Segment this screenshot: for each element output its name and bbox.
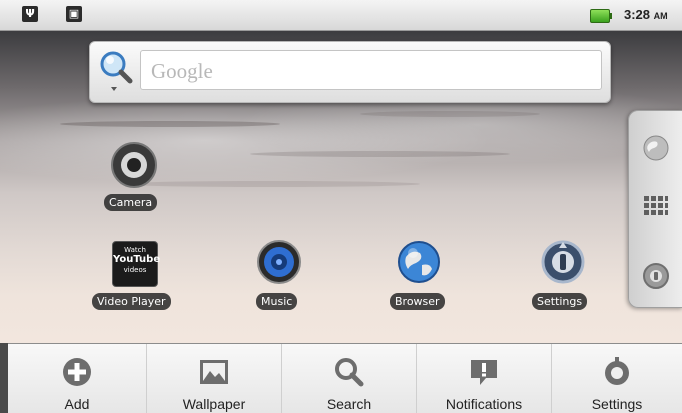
camera-icon[interactable]: [110, 141, 158, 189]
wallpaper-icon: [200, 360, 228, 384]
youtube-icon-text: Watch: [124, 246, 146, 254]
settings-icon[interactable]: [540, 239, 586, 285]
app-grid-icon[interactable]: [643, 195, 669, 221]
menu-item-label: Wallpaper: [182, 396, 246, 412]
settings-icon: [605, 357, 629, 385]
google-search-widget[interactable]: Google: [89, 41, 611, 103]
globe-icon[interactable]: [396, 239, 442, 285]
side-handle[interactable]: [628, 110, 682, 308]
app-label: Music: [256, 293, 298, 310]
music-icon[interactable]: [256, 239, 302, 285]
status-bar[interactable]: Ψ ▣ 3:28 AM: [0, 0, 682, 31]
menu-item-add[interactable]: Add: [8, 344, 147, 413]
globe-icon[interactable]: [641, 133, 671, 163]
youtube-icon[interactable]: Watch YouTube videos: [112, 241, 161, 287]
youtube-icon-text: YouTube: [113, 254, 161, 265]
clock: 3:28 AM: [624, 7, 668, 22]
search-input[interactable]: Google: [140, 50, 602, 90]
usb-icon: Ψ: [22, 6, 38, 22]
notifications-icon: [471, 360, 497, 385]
search-icon: [335, 358, 364, 387]
magnifier-icon[interactable]: [96, 48, 136, 92]
app-label: Video Player: [92, 293, 171, 310]
menu-item-label: Search: [326, 396, 372, 412]
menu-item-search[interactable]: Search: [282, 344, 417, 413]
android-debug-icon: ▣: [66, 6, 82, 22]
youtube-icon-text: videos: [123, 266, 147, 274]
app-label: Settings: [532, 293, 588, 310]
menu-item-label: Notifications: [445, 396, 523, 412]
options-menu: Add Wallpaper Search Notifications Setti…: [8, 343, 682, 413]
add-icon: [63, 358, 91, 386]
menu-item-wallpaper[interactable]: Wallpaper: [147, 344, 282, 413]
app-label: Camera: [104, 194, 158, 211]
menu-item-settings[interactable]: Settings: [552, 344, 682, 413]
battery-icon: [590, 9, 612, 23]
app-label: Browser: [390, 293, 445, 310]
menu-item-label: Add: [64, 396, 90, 412]
phone-icon[interactable]: [641, 261, 671, 291]
menu-item-notifications[interactable]: Notifications: [417, 344, 552, 413]
menu-item-label: Settings: [591, 396, 643, 412]
